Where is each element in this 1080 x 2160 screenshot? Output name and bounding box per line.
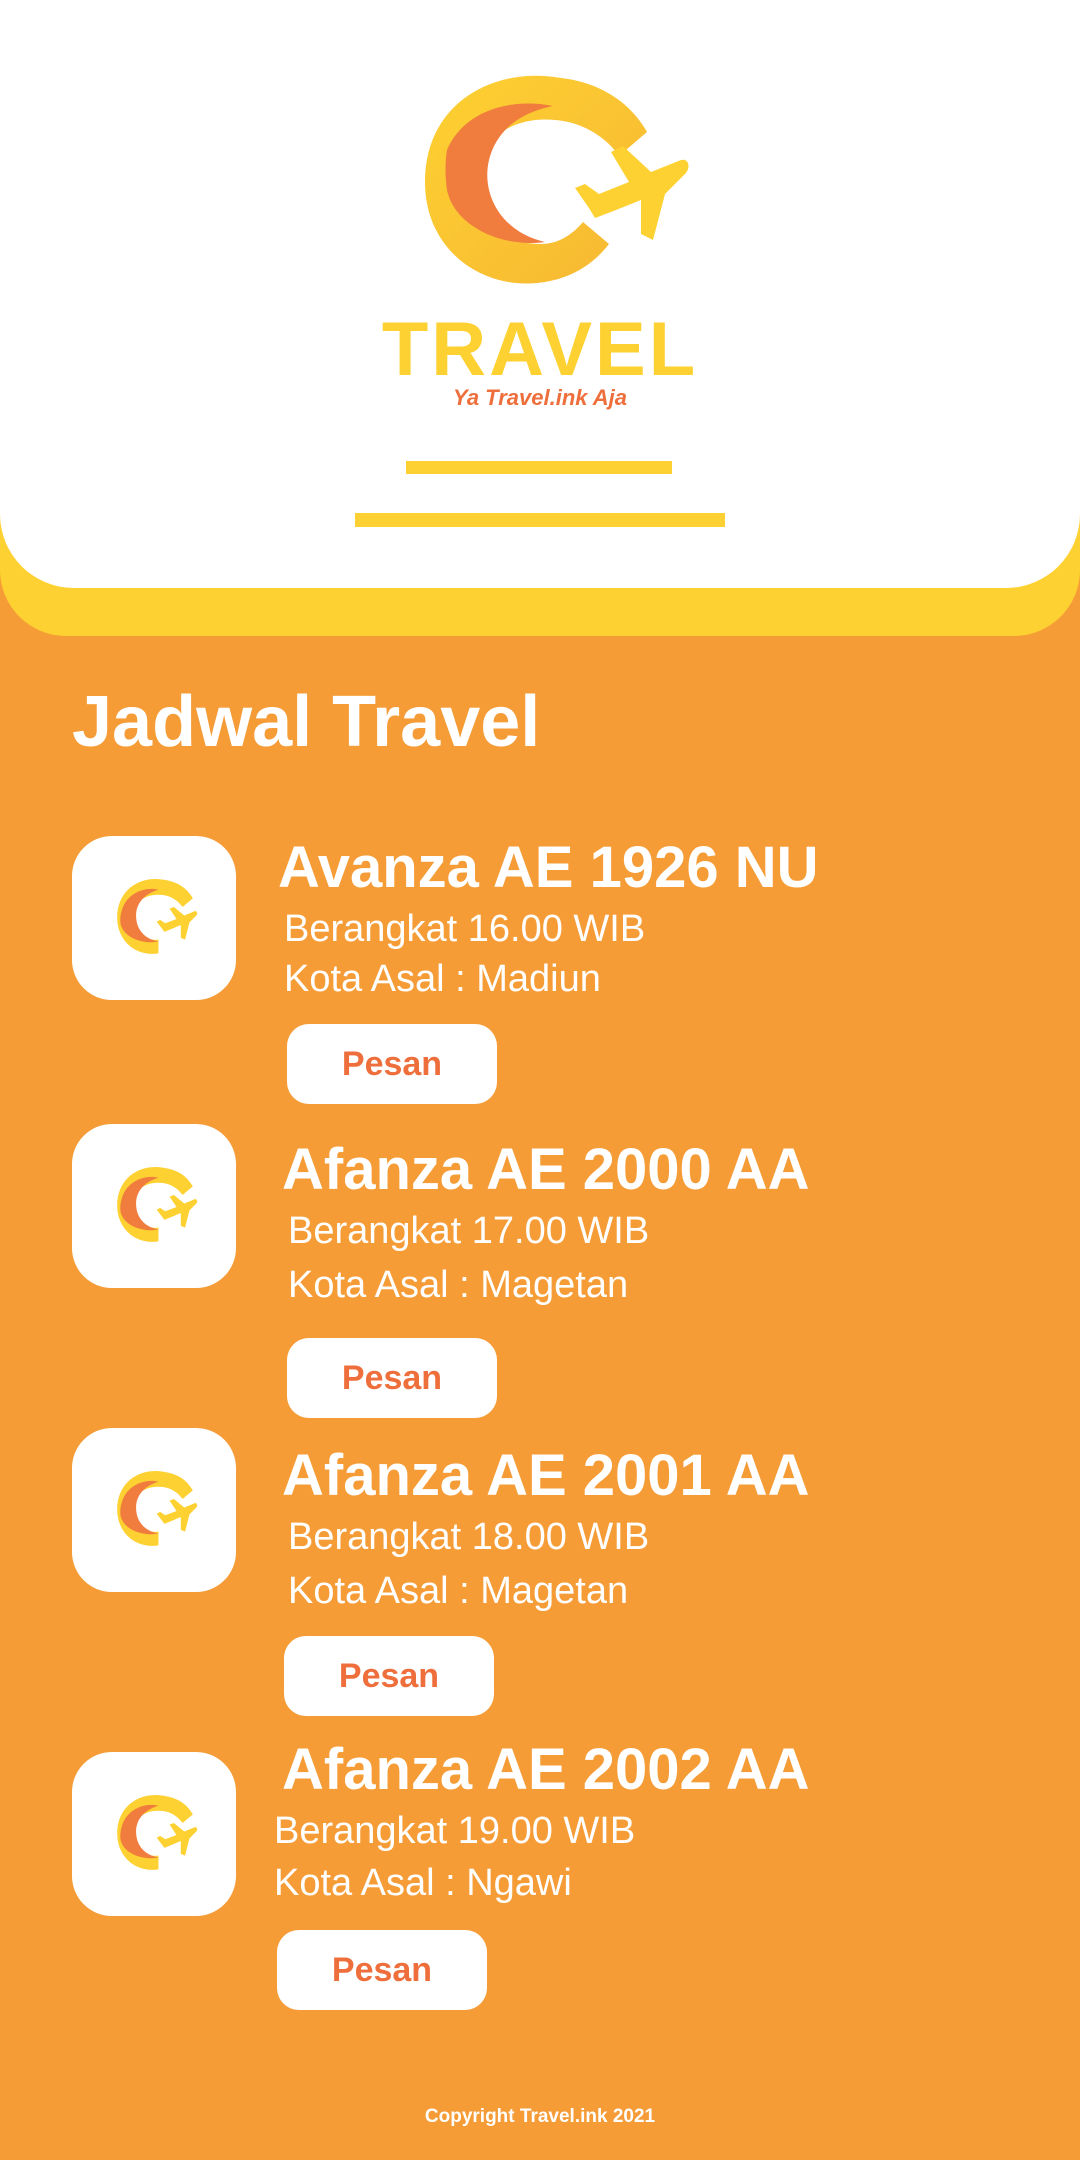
departure-time: Berangkat 17.00 WIB [288, 1210, 650, 1252]
origin-city: Kota Asal : Madiun [284, 958, 601, 1000]
book-button[interactable]: Pesan [284, 1636, 494, 1716]
schedule-card: Afanza AE 2001 AA Berangkat 18.00 WIB Ko… [0, 1428, 1080, 1716]
g-plane-logo-icon [117, 878, 198, 954]
vehicle-name: Afanza AE 2000 AA [282, 1137, 810, 1202]
g-plane-logo-icon [117, 1794, 198, 1870]
origin-city: Kota Asal : Magetan [288, 1570, 629, 1612]
decorative-bar [355, 513, 725, 527]
logo-icon [385, 72, 695, 312]
book-button[interactable]: Pesan [287, 1024, 497, 1104]
card-logo [72, 1428, 236, 1592]
vehicle-name: Afanza AE 2002 AA [282, 1737, 810, 1802]
origin-city: Kota Asal : Magetan [288, 1264, 629, 1306]
card-logo [72, 836, 236, 1000]
copyright-footer: Copyright Travel.ink 2021 [424, 2106, 656, 2127]
departure-time: Berangkat 16.00 WIB [284, 908, 646, 950]
departure-time: Berangkat 18.00 WIB [288, 1516, 650, 1558]
g-plane-logo-icon [117, 1470, 198, 1546]
card-logo [72, 1752, 236, 1916]
section-title: Jadwal Travel [72, 682, 541, 762]
schedule-card: Avanza AE 1926 NU Berangkat 16.00 WIB Ko… [0, 836, 1080, 1116]
book-button[interactable]: Pesan [277, 1930, 487, 2010]
vehicle-name: Avanza AE 1926 NU [278, 835, 819, 900]
origin-city: Kota Asal : Ngawi [274, 1862, 572, 1904]
vehicle-name: Afanza AE 2001 AA [282, 1443, 810, 1508]
decorative-bar [406, 461, 672, 474]
schedule-card: Afanza AE 2000 AA Berangkat 17.00 WIB Ko… [0, 1124, 1080, 1418]
card-logo [72, 1124, 236, 1288]
departure-time: Berangkat 19.00 WIB [274, 1810, 636, 1852]
schedule-card: Afanza AE 2002 AA Berangkat 19.00 WIB Ko… [0, 1738, 1080, 2032]
brand-tagline: Ya Travel.ink Aja [452, 385, 628, 410]
brand-name: TRAVEL [381, 307, 699, 392]
book-button[interactable]: Pesan [287, 1338, 497, 1418]
g-plane-logo-icon [117, 1166, 198, 1242]
